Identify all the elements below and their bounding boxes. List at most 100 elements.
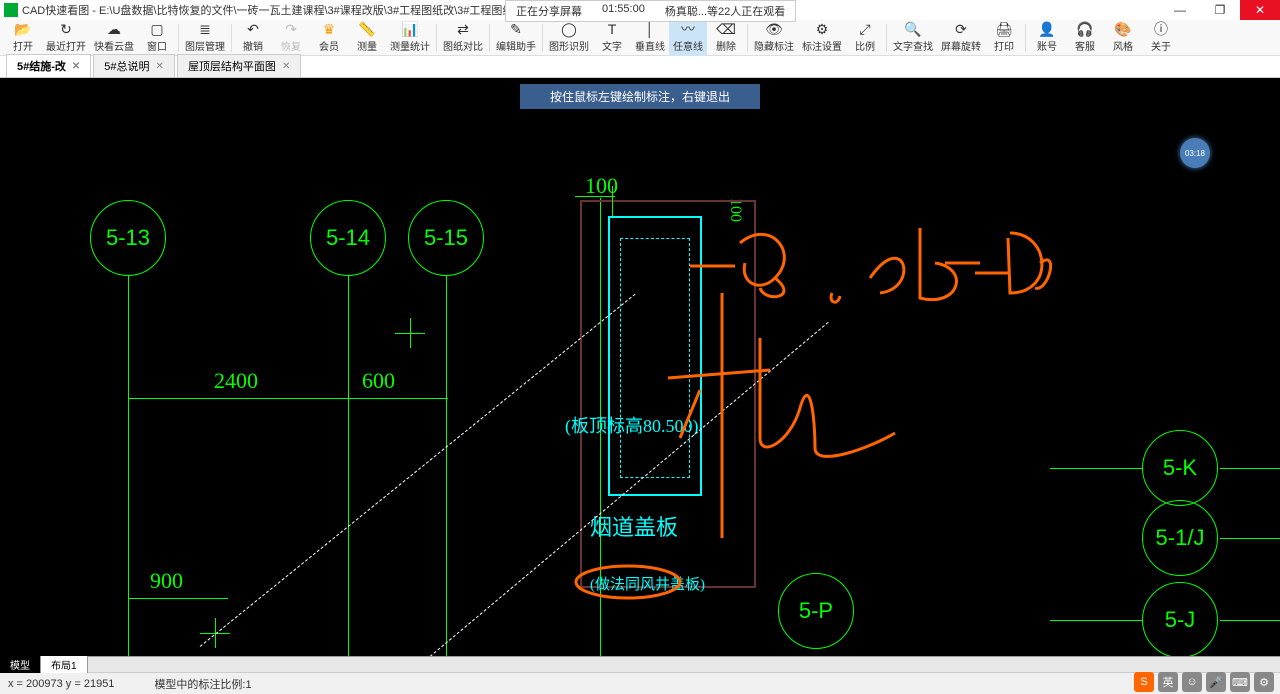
folder-open-icon: 📂 — [14, 22, 32, 36]
grid-line — [128, 276, 129, 656]
slab-opening — [620, 238, 690, 478]
eraser-icon: ⌫ — [717, 22, 735, 36]
close-icon[interactable]: ✕ — [282, 61, 290, 72]
close-button[interactable]: ✕ — [1240, 0, 1280, 20]
grid-line — [1220, 538, 1280, 539]
elevation-label: (板顶标高80.500) — [565, 412, 699, 438]
grid-bubble: 5-14 — [310, 200, 386, 276]
grid-bubble: 5-P — [778, 573, 854, 649]
window-button[interactable]: ▢窗口 — [138, 20, 176, 56]
grid-line — [1220, 620, 1280, 621]
measure-stat-button[interactable]: 📊测量统计 — [386, 20, 434, 56]
document-tabs: 5#结施-改✕ 5#总说明✕ 屋顶层结构平面图✕ — [0, 56, 1280, 78]
anyline-button[interactable]: 〰任意线 — [669, 20, 707, 56]
measure-button[interactable]: 📏测量 — [348, 20, 386, 56]
cloud-button[interactable]: ☁快看云盘 — [90, 20, 138, 56]
compare-button[interactable]: ⇄图纸对比 — [439, 20, 487, 56]
ime-toolbar[interactable]: S 英 ☺ 🎤 ⌨ ⚙ — [1134, 672, 1274, 692]
grid-line — [348, 276, 349, 656]
recent-button[interactable]: ↻最近打开 — [42, 20, 90, 56]
history-icon: ↻ — [57, 22, 75, 36]
open-button[interactable]: 📂打开 — [4, 20, 42, 56]
style-button[interactable]: 🎨风格 — [1104, 20, 1142, 56]
text-search-button[interactable]: 🔍文字查找 — [889, 20, 937, 56]
layers-icon: ≣ — [196, 22, 214, 36]
edit-help-button[interactable]: ✎编辑助手 — [492, 20, 540, 56]
text-icon: T — [603, 22, 621, 36]
screen-share-banner: 正在分享屏幕 01:55:00 杨真聪...等22人正在观看 — [505, 0, 796, 22]
shape-rec-button[interactable]: ◯图形识别 — [545, 20, 593, 56]
vline-icon: │ — [641, 22, 659, 36]
ratio-icon: ⤢ — [856, 22, 874, 36]
drawing-canvas[interactable]: 按住鼠标左键绘制标注，右键退出 03:18 5-13 5-14 5-15 5-K… — [0, 78, 1280, 656]
user-icon: 👤 — [1038, 22, 1056, 36]
share-time: 01:55:00 — [602, 3, 645, 19]
cross-mark — [395, 318, 425, 348]
print-button[interactable]: 🖨打印 — [985, 20, 1023, 56]
ime-voice-icon[interactable]: 🎤 — [1206, 672, 1226, 692]
close-icon[interactable]: ✕ — [156, 61, 164, 72]
dim-line — [128, 398, 448, 399]
scale-info: 模型中的标注比例:1 — [154, 676, 251, 692]
redo-icon: ↷ — [282, 22, 300, 36]
model-tab[interactable]: 模型 — [0, 656, 41, 673]
maximize-button[interactable]: ❐ — [1200, 0, 1240, 20]
window-title: CAD快速看图 - E:\U盘数据\比特恢复的文件\一砖一瓦土建课程\3#课程改… — [22, 2, 527, 18]
headset-icon: 🎧 — [1076, 22, 1094, 36]
tick — [575, 196, 615, 197]
hide-icon: 👁 — [765, 22, 783, 36]
vip-button[interactable]: ♛会员 — [310, 20, 348, 56]
cloud-icon: ☁ — [105, 22, 123, 36]
undo-button[interactable]: ↶撤销 — [234, 20, 272, 56]
layout-tabs: 模型 布局1 — [0, 656, 1280, 672]
info-icon: ⓘ — [1152, 22, 1170, 36]
ruler-icon: 📏 — [358, 22, 376, 36]
vline-button[interactable]: │垂直线 — [631, 20, 669, 56]
cursor-coords: x = 200973 y = 21951 — [8, 678, 114, 690]
tick — [612, 186, 613, 216]
app-icon — [4, 3, 18, 17]
share-status: 正在分享屏幕 — [516, 3, 582, 19]
close-icon[interactable]: ✕ — [72, 61, 80, 72]
vip-icon: ♛ — [320, 22, 338, 36]
redo-button[interactable]: ↷恢复 — [272, 20, 310, 56]
share-viewers: 杨真聪...等22人正在观看 — [665, 3, 785, 19]
dim-value: 600 — [362, 368, 395, 394]
tab-1[interactable]: 5#结施-改✕ — [6, 54, 91, 77]
window-icon: ▢ — [148, 22, 166, 36]
tab-3[interactable]: 屋顶层结构平面图✕ — [177, 54, 301, 77]
stats-icon: 📊 — [401, 22, 419, 36]
ime-lang-button[interactable]: 英 — [1158, 672, 1178, 692]
shape-icon: ◯ — [560, 22, 578, 36]
recording-timer: 03:18 — [1180, 138, 1210, 168]
ime-keyboard-icon[interactable]: ⌨ — [1230, 672, 1250, 692]
hide-anno-button[interactable]: 👁隐藏标注 — [750, 20, 798, 56]
grid-line — [1050, 468, 1142, 469]
print-icon: 🖨 — [995, 22, 1013, 36]
service-button[interactable]: 🎧客服 — [1066, 20, 1104, 56]
main-toolbar: 📂打开 ↻最近打开 ☁快看云盘 ▢窗口 ≣图层管理 ↶撤销 ↷恢复 ♛会员 📏测… — [0, 20, 1280, 56]
layout-tab[interactable]: 布局1 — [41, 656, 88, 673]
layer-button[interactable]: ≣图层管理 — [181, 20, 229, 56]
text-button[interactable]: T文字 — [593, 20, 631, 56]
cad-label: 烟道盖板 — [590, 510, 678, 542]
dim-value: 2400 — [214, 368, 258, 394]
status-bar: x = 200973 y = 21951 模型中的标注比例:1 — [0, 672, 1280, 694]
minimize-button[interactable]: — — [1160, 0, 1200, 20]
anno-set-button[interactable]: ⚙标注设置 — [798, 20, 846, 56]
palette-icon: 🎨 — [1114, 22, 1132, 36]
ime-sogou-icon[interactable]: S — [1134, 672, 1154, 692]
account-button[interactable]: 👤账号 — [1028, 20, 1066, 56]
mode-hint: 按住鼠标左键绘制标注，右键退出 — [520, 84, 760, 109]
grid-line — [1050, 620, 1142, 621]
ime-settings-icon[interactable]: ⚙ — [1254, 672, 1274, 692]
about-button[interactable]: ⓘ关于 — [1142, 20, 1180, 56]
window-controls: — ❐ ✕ — [1160, 0, 1280, 20]
grid-bubble: 5-13 — [90, 200, 166, 276]
rotate-button[interactable]: ⟳屏幕旋转 — [937, 20, 985, 56]
tab-2[interactable]: 5#总说明✕ — [93, 54, 175, 77]
freeline-icon: 〰 — [679, 22, 697, 36]
ratio-button[interactable]: ⤢比例 — [846, 20, 884, 56]
ime-emoji-icon[interactable]: ☺ — [1182, 672, 1202, 692]
delete-button[interactable]: ⌫删除 — [707, 20, 745, 56]
